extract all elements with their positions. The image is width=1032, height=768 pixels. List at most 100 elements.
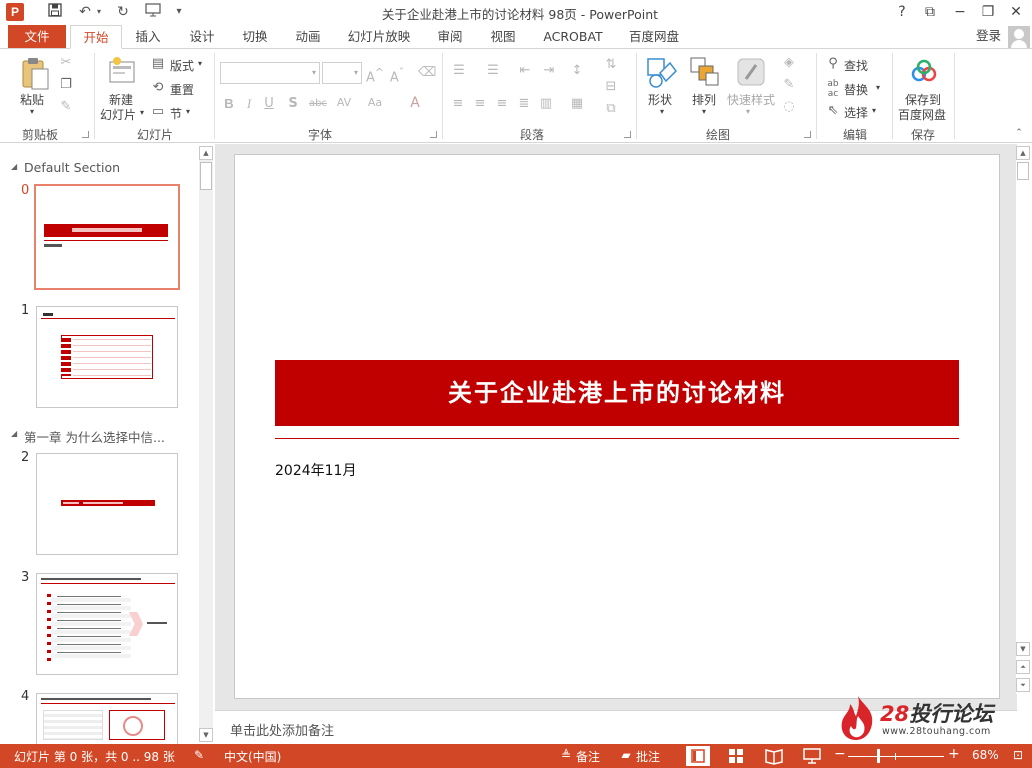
align-center-icon[interactable]: ≡ (472, 96, 488, 112)
ribbon-display-options-icon[interactable]: ⧉ (916, 2, 944, 22)
find-icon[interactable]: ⚲ (824, 56, 842, 72)
decrease-indent-icon[interactable]: ⇤ (516, 63, 534, 79)
paragraph-launcher-icon[interactable] (624, 131, 631, 138)
text-direction-icon[interactable]: ⇅ (602, 57, 620, 73)
slide-thumbnail-3[interactable] (36, 573, 178, 675)
fit-to-window-icon[interactable]: ⊡ (1010, 747, 1026, 763)
tab-insert[interactable]: 插入 (128, 25, 168, 49)
redo-icon[interactable]: ↻ (112, 3, 134, 21)
avatar[interactable] (1008, 26, 1030, 48)
shapes-dropdown-icon[interactable]: ▾ (660, 107, 664, 116)
strikethrough-icon[interactable]: abc (306, 96, 330, 112)
tab-slideshow[interactable]: 幻灯片放映 (344, 25, 414, 49)
normal-view-button[interactable] (686, 746, 710, 766)
find-button[interactable]: 查找 (844, 57, 868, 74)
language-indicator[interactable]: 中文(中国) (224, 748, 281, 765)
tab-baidu-netdisk[interactable]: 百度网盘 (624, 25, 684, 49)
font-launcher-icon[interactable] (430, 131, 437, 138)
drawing-launcher-icon[interactable] (804, 131, 811, 138)
underline-icon[interactable]: U (262, 96, 276, 112)
login-link[interactable]: 登录 (976, 25, 1001, 47)
distributed-icon[interactable]: ▥ (538, 96, 554, 112)
replace-dropdown-icon[interactable]: ▾ (876, 83, 880, 92)
close-icon[interactable]: ✕ (1002, 2, 1030, 22)
italic-icon[interactable]: I (242, 96, 256, 112)
clear-formatting-icon[interactable]: ⌫ (418, 65, 436, 81)
columns-icon[interactable]: ▦ (568, 96, 586, 112)
reset-icon[interactable]: ⟲ (150, 80, 166, 96)
notes-placeholder[interactable]: 单击此处添加备注 (230, 720, 334, 739)
slide-thumbnail-2[interactable] (36, 453, 178, 555)
slide-date[interactable]: 2024年11月 (275, 460, 356, 480)
shadow-icon[interactable]: S (286, 96, 300, 112)
save-icon[interactable] (44, 3, 66, 21)
tab-animations[interactable]: 动画 (288, 25, 328, 49)
section-icon[interactable]: ▭ (150, 104, 166, 120)
new-slide-label-2[interactable]: 幻灯片 (100, 106, 136, 123)
cut-icon[interactable]: ✂ (58, 55, 74, 71)
justify-icon[interactable]: ≣ (516, 96, 532, 112)
select-cursor-icon[interactable]: ⇖ (824, 103, 842, 119)
zoom-out-icon[interactable]: − (834, 746, 846, 762)
font-size-combo[interactable]: ▾ (322, 62, 362, 84)
section-header-default[interactable]: Default Section (11, 160, 120, 175)
start-slideshow-icon[interactable] (142, 3, 164, 21)
scrollbar-thumb[interactable] (1017, 162, 1029, 180)
reading-view-button[interactable] (762, 746, 786, 766)
copy-icon[interactable]: ❐ (58, 77, 74, 93)
previous-slide-icon[interactable]: ⏶ (1016, 660, 1030, 674)
paste-dropdown-icon[interactable]: ▾ (30, 107, 34, 116)
slide-thumbnail-1[interactable] (36, 306, 178, 408)
collapse-ribbon-icon[interactable]: ⌃ (1012, 125, 1026, 141)
comments-button[interactable]: 批注 (636, 748, 660, 765)
font-color-icon[interactable]: A (406, 95, 424, 111)
quick-styles-button[interactable]: 快速样式 (727, 91, 775, 108)
zoom-slider-thumb[interactable] (877, 749, 880, 763)
slide-thumbnail-panel[interactable]: Default Section 0 1 第一章 为什么选择中信... 2 3 (0, 144, 214, 744)
quick-styles-icon[interactable] (736, 57, 766, 87)
zoom-slider[interactable] (848, 756, 944, 757)
restore-icon[interactable]: ❐ (974, 2, 1002, 22)
save-to-netdisk-label-2[interactable]: 百度网盘 (898, 106, 946, 123)
layout-button[interactable]: 版式 (170, 57, 194, 74)
notes-button[interactable]: 备注 (576, 748, 600, 765)
layout-dropdown-icon[interactable]: ▾ (198, 59, 202, 68)
zoom-in-icon[interactable]: + (948, 746, 960, 762)
change-case-icon[interactable]: Aa (362, 95, 388, 111)
undo-dropdown-icon[interactable]: ▾ (94, 3, 104, 21)
shapes-icon[interactable] (646, 57, 678, 89)
slide-thumbnail-4[interactable] (36, 693, 178, 744)
arrange-button[interactable]: 排列 (692, 91, 716, 108)
clipboard-launcher-icon[interactable] (82, 131, 89, 138)
replace-icon[interactable]: ab ac (824, 79, 842, 99)
tab-acrobat[interactable]: ACROBAT (540, 25, 606, 49)
scroll-down-icon[interactable]: ▼ (1016, 642, 1030, 656)
bold-icon[interactable]: B (222, 96, 236, 112)
scroll-up-icon[interactable]: ▲ (1016, 146, 1030, 160)
select-dropdown-icon[interactable]: ▾ (872, 106, 876, 115)
smartart-icon[interactable]: ⧉ (602, 101, 620, 117)
select-button[interactable]: 选择 (844, 104, 868, 121)
shapes-button[interactable]: 形状 (648, 91, 672, 108)
shape-fill-icon[interactable]: ◈ (780, 55, 798, 71)
decrease-font-icon[interactable]: Aˇ (388, 65, 406, 86)
slide-thumbnail-0[interactable] (33, 183, 181, 291)
tab-review[interactable]: 审阅 (430, 25, 470, 49)
spell-check-icon[interactable]: ✎ (191, 747, 207, 763)
quick-styles-dropdown-icon[interactable]: ▾ (746, 107, 750, 116)
new-slide-dropdown-icon[interactable]: ▾ (140, 108, 144, 117)
baidu-netdisk-icon[interactable] (910, 59, 938, 85)
increase-indent-icon[interactable]: ⇥ (540, 63, 558, 79)
powerpoint-app-icon[interactable]: P (6, 3, 24, 21)
increase-font-icon[interactable]: A^ (366, 65, 384, 86)
reset-button[interactable]: 重置 (170, 81, 194, 98)
tab-view[interactable]: 视图 (483, 25, 523, 49)
shape-outline-icon[interactable]: ✎ (780, 77, 798, 93)
align-text-icon[interactable]: ⊟ (602, 79, 620, 95)
align-right-icon[interactable]: ≡ (494, 96, 510, 112)
tab-home[interactable]: 开始 (70, 25, 122, 49)
arrange-dropdown-icon[interactable]: ▾ (702, 107, 706, 116)
scroll-up-icon[interactable]: ▲ (199, 146, 213, 160)
font-name-combo[interactable]: ▾ (220, 62, 320, 84)
undo-icon[interactable]: ↶ (74, 3, 96, 21)
